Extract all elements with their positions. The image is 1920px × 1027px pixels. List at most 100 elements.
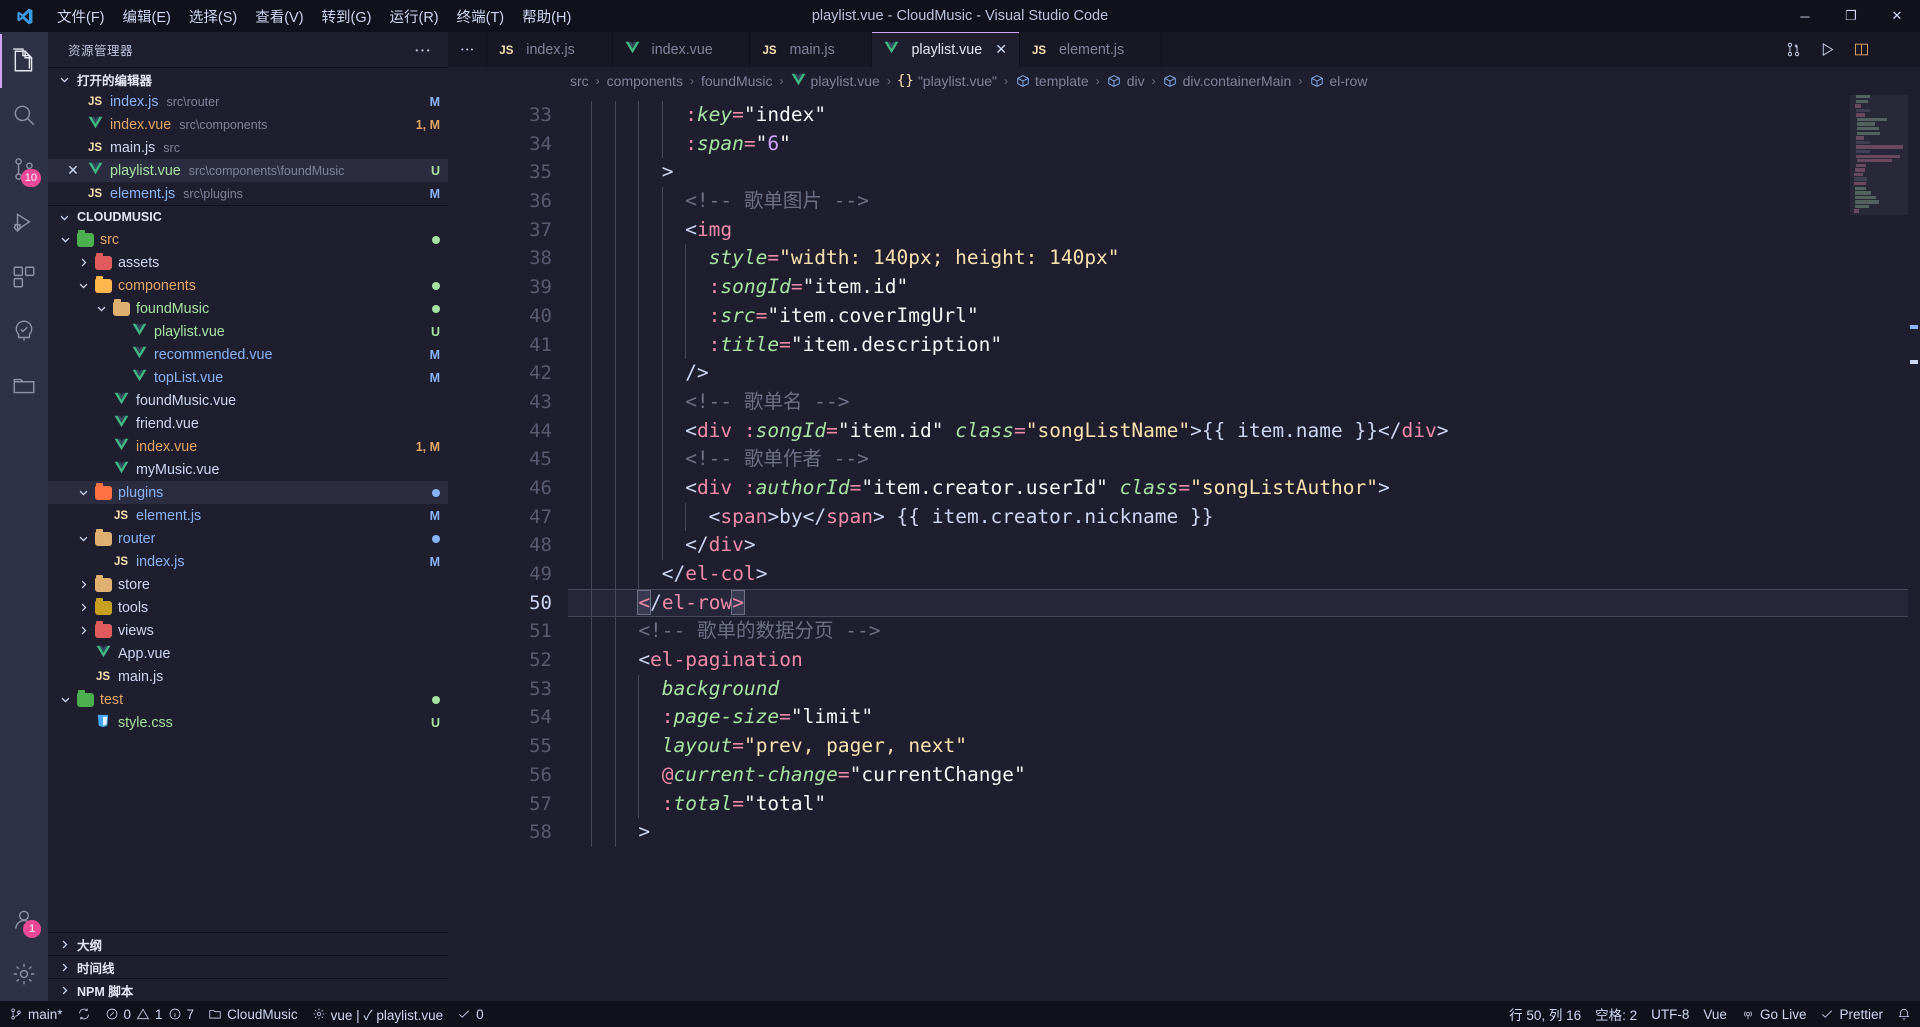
tree-folder-item[interactable]: router bbox=[48, 527, 448, 550]
minimap[interactable] bbox=[1850, 95, 1908, 1001]
tree-folder-item[interactable]: src bbox=[48, 228, 448, 251]
code-line[interactable]: /> bbox=[568, 359, 1920, 388]
tree-file-item[interactable]: topList.vue M bbox=[48, 366, 448, 389]
status-folder[interactable]: CloudMusic bbox=[201, 1001, 305, 1027]
tree-folder-item[interactable]: components bbox=[48, 274, 448, 297]
code-line[interactable]: </el-col> bbox=[568, 560, 1920, 589]
tree-file-item[interactable]: foundMusic.vue bbox=[48, 389, 448, 412]
status-prettier[interactable]: Prettier bbox=[1813, 1007, 1890, 1022]
workspace-header[interactable]: CLOUDMUSIC bbox=[48, 205, 448, 228]
status-problems[interactable]: 0 1 7 bbox=[98, 1001, 202, 1027]
breadcrumb-item[interactable]: {} "playlist.vue" bbox=[896, 73, 999, 89]
status-go-live[interactable]: Go Live bbox=[1734, 1007, 1814, 1022]
section-npm-scripts[interactable]: NPM 脚本 bbox=[48, 978, 448, 1001]
code-line[interactable]: layout="prev, pager, next" bbox=[568, 732, 1920, 761]
code-line[interactable]: <div :authorId="item.creator.userId" cla… bbox=[568, 473, 1920, 503]
status-branch[interactable]: main* bbox=[2, 1001, 70, 1027]
tree-file-item[interactable]: JS element.js M bbox=[48, 504, 448, 527]
menu-selection[interactable]: 选择(S) bbox=[180, 0, 246, 32]
tree-folder-item[interactable]: assets bbox=[48, 251, 448, 274]
breadcrumb-item[interactable]: src bbox=[568, 73, 591, 89]
tree-file-item[interactable]: index.vue 1, M bbox=[48, 435, 448, 458]
code-line[interactable]: <div :songId="item.id" class="songListNa… bbox=[568, 416, 1920, 446]
tree-file-item[interactable]: playlist.vue U bbox=[48, 320, 448, 343]
code-content[interactable]: :key="index":span="6" > <!-- 歌单图片 --> <img s… bbox=[568, 95, 1920, 1001]
open-editor-item[interactable]: JS index.js src\router M bbox=[48, 90, 448, 113]
code-line[interactable]: :title="item.description" bbox=[568, 330, 1920, 360]
more-actions-button[interactable] bbox=[1878, 32, 1912, 67]
activity-accounts[interactable]: 1 bbox=[0, 893, 48, 947]
chevron-down-icon[interactable] bbox=[74, 533, 92, 544]
tree-file-item[interactable]: myMusic.vue bbox=[48, 458, 448, 481]
editor-tab[interactable]: index.vue✕ bbox=[612, 32, 751, 67]
minimize-button[interactable]: ─ bbox=[1782, 0, 1828, 32]
breadcrumb-item[interactable]: template bbox=[1013, 73, 1091, 89]
tree-folder-item[interactable]: views bbox=[48, 619, 448, 642]
menu-bar[interactable]: 文件(F) 编辑(E) 选择(S) 查看(V) 转到(G) 运行(R) 终端(T… bbox=[48, 0, 580, 32]
menu-edit[interactable]: 编辑(E) bbox=[114, 0, 180, 32]
tree-folder-item[interactable]: plugins bbox=[48, 481, 448, 504]
tree-file-item[interactable]: friend.vue bbox=[48, 412, 448, 435]
breadcrumb-item[interactable]: components bbox=[605, 73, 685, 89]
code-line[interactable]: :page-size="limit" bbox=[568, 703, 1920, 733]
editor-tab[interactable]: JSelement.js✕ bbox=[1019, 32, 1162, 67]
tree-folder-item[interactable]: store bbox=[48, 573, 448, 596]
open-editors-header[interactable]: 打开的编辑器 bbox=[48, 67, 448, 90]
chevron-down-icon[interactable] bbox=[92, 303, 110, 314]
tree-file-item[interactable]: JS index.js M bbox=[48, 550, 448, 573]
breadcrumb-item[interactable]: playlist.vue bbox=[789, 73, 882, 89]
code-line[interactable]: <img bbox=[568, 215, 1920, 245]
status-indentation[interactable]: 空格: 2 bbox=[1588, 1004, 1644, 1024]
code-editor[interactable]: 33 34 35 36 37 38 39 40 41 42 43 44 45 46 47 48 49 50 51 52… bbox=[448, 95, 1920, 1001]
menu-view[interactable]: 查看(V) bbox=[246, 0, 312, 32]
code-line[interactable]: :total="total" bbox=[568, 789, 1920, 819]
code-line[interactable]: @current-change="currentChange" bbox=[568, 760, 1920, 790]
open-editor-item[interactable]: index.vue src\components 1, M bbox=[48, 113, 448, 136]
code-line[interactable]: :key="index" bbox=[568, 101, 1920, 130]
status-sync[interactable] bbox=[70, 1001, 98, 1027]
status-checks[interactable]: 0 bbox=[450, 1001, 491, 1027]
activity-search[interactable] bbox=[0, 88, 48, 142]
menu-file[interactable]: 文件(F) bbox=[48, 0, 114, 32]
activity-explorer[interactable] bbox=[0, 34, 48, 88]
activity-run-debug[interactable] bbox=[0, 196, 48, 250]
chevron-right-icon[interactable] bbox=[74, 579, 92, 590]
close-icon[interactable]: ✕ bbox=[995, 41, 1007, 58]
open-changes-button[interactable] bbox=[1776, 32, 1810, 67]
code-line[interactable]: background bbox=[568, 674, 1920, 704]
minimap-slider[interactable] bbox=[1850, 95, 1908, 215]
code-line[interactable]: </el-row> bbox=[568, 588, 1920, 618]
open-editor-item[interactable]: JS element.js src\plugins M bbox=[48, 182, 448, 205]
tree-folder-item[interactable]: test bbox=[48, 688, 448, 711]
chevron-right-icon[interactable] bbox=[74, 625, 92, 636]
menu-run[interactable]: 运行(R) bbox=[380, 0, 447, 32]
editor-tab[interactable]: playlist.vue ✕ bbox=[872, 32, 1020, 67]
menu-go[interactable]: 转到(G) bbox=[313, 0, 381, 32]
section-outline[interactable]: 大纲 bbox=[48, 932, 448, 955]
chevron-down-icon[interactable] bbox=[74, 487, 92, 498]
breadcrumb-item[interactable]: foundMusic bbox=[699, 73, 775, 89]
open-editor-item[interactable]: JS main.js src bbox=[48, 136, 448, 159]
status-encoding[interactable]: UTF-8 bbox=[1644, 1007, 1696, 1022]
tree-folder-item[interactable]: tools bbox=[48, 596, 448, 619]
code-line[interactable]: <!-- 歌单的数据分页 --> bbox=[568, 617, 1920, 647]
activity-extensions[interactable] bbox=[0, 250, 48, 304]
run-button[interactable] bbox=[1810, 32, 1844, 67]
chevron-down-icon[interactable] bbox=[56, 234, 74, 245]
split-editor-button[interactable] bbox=[1844, 32, 1878, 67]
menu-help[interactable]: 帮助(H) bbox=[513, 0, 580, 32]
chevron-down-icon[interactable] bbox=[56, 694, 74, 705]
code-line[interactable]: :src="item.coverImgUrl" bbox=[568, 301, 1920, 331]
tree-file-item[interactable]: JS main.js bbox=[48, 665, 448, 688]
menu-terminal[interactable]: 终端(T) bbox=[448, 0, 514, 32]
code-line[interactable]: <!-- 歌单图片 --> bbox=[568, 187, 1920, 216]
code-line[interactable]: <span>by</span> {{ item.creator.nickname… bbox=[568, 502, 1920, 532]
breadcrumb-item[interactable]: el-row bbox=[1307, 73, 1369, 89]
section-timeline[interactable]: 时间线 bbox=[48, 955, 448, 978]
code-line[interactable]: :span="6" bbox=[568, 129, 1920, 159]
tree-file-item[interactable]: App.vue bbox=[48, 642, 448, 665]
activity-testing[interactable] bbox=[0, 304, 48, 358]
chevron-right-icon[interactable] bbox=[74, 257, 92, 268]
breadcrumb-item[interactable]: div.containerMain bbox=[1161, 73, 1294, 89]
tree-file-item[interactable]: recommended.vue M bbox=[48, 343, 448, 366]
